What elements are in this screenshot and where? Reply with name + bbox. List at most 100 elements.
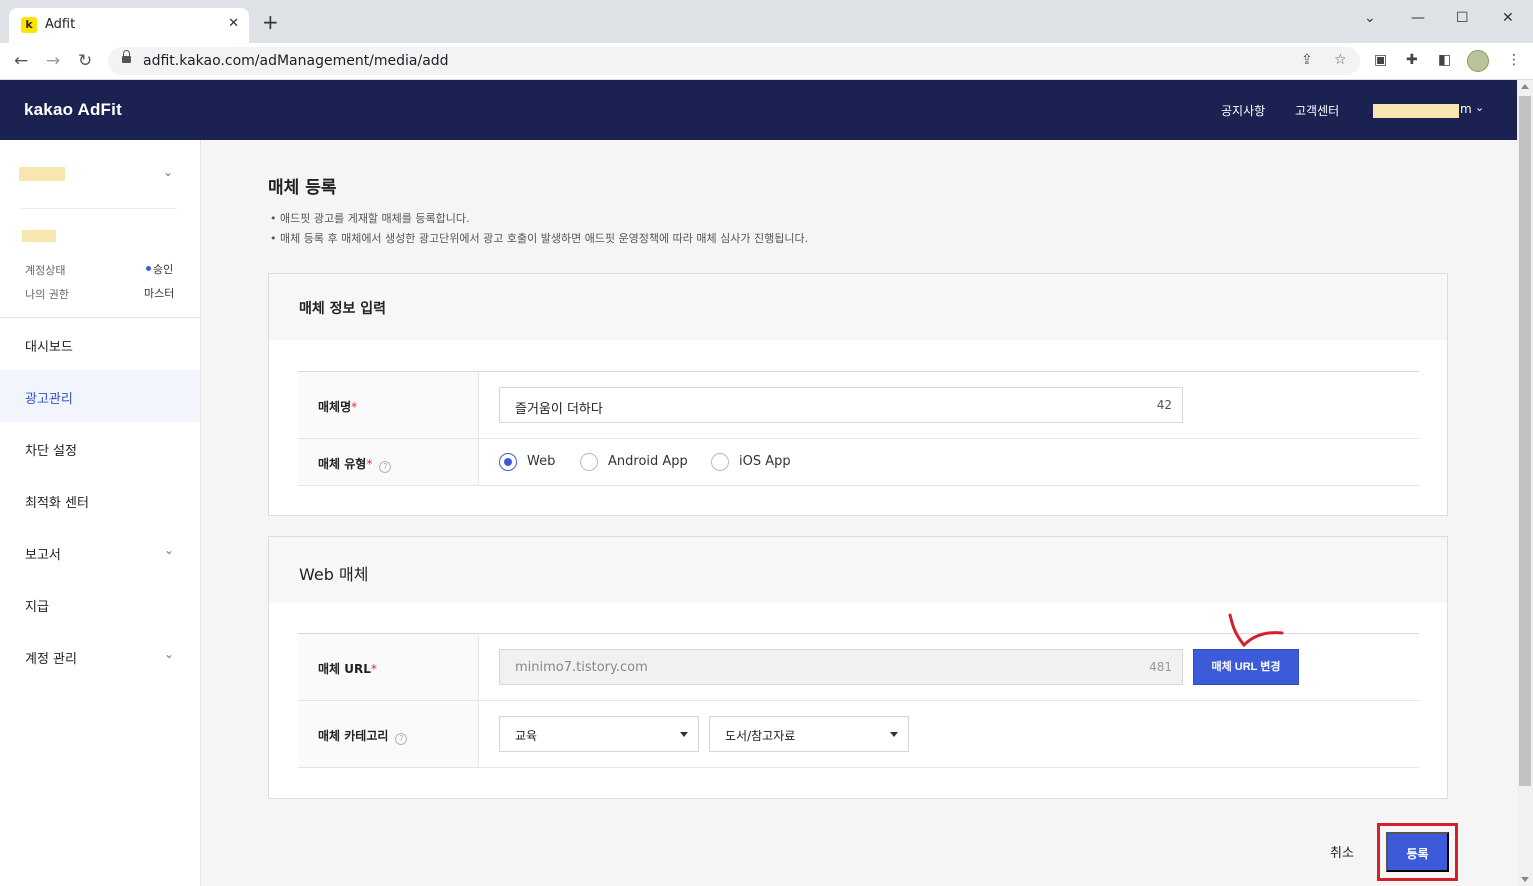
form-label-cell: 매체명* <box>298 372 479 438</box>
cancel-button[interactable]: 취소 <box>1330 842 1354 861</box>
tab-title: Adfit <box>45 17 76 32</box>
select-value: 도서/참고자료 <box>725 729 796 743</box>
scroll-down-arrow[interactable] <box>1521 877 1529 882</box>
section-title: Web 매체 <box>299 565 369 584</box>
sidebar-item-reports[interactable]: 보고서 ⌄ <box>0 526 200 578</box>
category-secondary-select[interactable]: 도서/참고자료 <box>709 716 909 752</box>
media-name-input[interactable]: 즐거움이 더하다 42 <box>499 387 1183 423</box>
main-content: 매체 등록 • 애드핏 광고를 게재할 매체를 등록합니다. • 매체 등록 후… <box>201 140 1517 886</box>
form-row-media-type: 매체 유형*? Web Android App iOS App <box>298 439 1419 486</box>
chevron-down-icon[interactable]: ⌄ <box>163 165 173 179</box>
lock-icon[interactable] <box>122 50 131 65</box>
media-url-value: minimo7.tistory.com <box>515 660 648 675</box>
media-name-value: 즐거움이 더하다 <box>515 402 603 417</box>
sidebar-item-block-settings[interactable]: 차단 설정 <box>0 422 200 474</box>
form-label-cell: 매체 유형*? <box>298 439 479 485</box>
highlight-box: 등록 <box>1377 823 1458 881</box>
sidebar-item-account-management[interactable]: 계정 관리 ⌄ <box>0 630 200 682</box>
radio-label: Web <box>527 454 556 469</box>
sidepanel-icon[interactable]: ◧ <box>1438 52 1451 68</box>
sidebar-item-dashboard[interactable]: 대시보드 <box>0 318 200 370</box>
sidebar-divider <box>19 208 177 209</box>
status-dot-icon <box>146 266 151 271</box>
media-type-label: 매체 유형*? <box>318 455 392 473</box>
kakao-favicon-icon: k <box>21 17 37 33</box>
tab-search-icon[interactable]: ⌄ <box>1364 10 1376 26</box>
page-title: 매체 등록 <box>268 178 337 198</box>
app-header: kakao AdFit 공지사항 고객센터 m ⌄ <box>0 80 1517 140</box>
sidebar-item-label: 최적화 센터 <box>25 496 89 511</box>
support-link[interactable]: 고객센터 <box>1295 102 1339 119</box>
change-url-button[interactable]: 매체 URL 변경 <box>1193 649 1299 685</box>
reload-icon[interactable]: ↻ <box>78 51 92 71</box>
scroll-up-arrow[interactable] <box>1521 84 1529 89</box>
radio-checked-icon <box>499 453 517 471</box>
category-primary-select[interactable]: 교육 <box>499 716 699 752</box>
new-tab-icon[interactable]: + <box>262 12 279 32</box>
media-url-input: minimo7.tistory.com 481 <box>499 649 1183 685</box>
profile-avatar[interactable] <box>1467 50 1489 72</box>
back-icon[interactable]: ← <box>14 51 28 71</box>
media-category-label: 매체 카테고리? <box>318 727 408 745</box>
app-logo[interactable]: kakao AdFit <box>24 100 122 120</box>
sidebar-item-optimization-center[interactable]: 최적화 센터 <box>0 474 200 526</box>
page-scrollbar[interactable] <box>1517 80 1533 886</box>
media-icon[interactable]: ▣ <box>1374 52 1387 68</box>
redacted-username <box>1373 104 1459 118</box>
status-value-text: 승인 <box>153 263 174 276</box>
page-description: • 매체 등록 후 매체에서 생성한 광고단위에서 광고 호출이 발생하면 애드… <box>270 232 809 245</box>
more-icon[interactable]: ⋮ <box>1507 52 1521 68</box>
required-mark: * <box>351 400 358 414</box>
tab-close-icon[interactable]: ✕ <box>228 16 239 31</box>
address-bar[interactable]: adfit.kakao.com/adManagement/media/add ⇪… <box>108 47 1360 75</box>
help-icon[interactable]: ? <box>379 461 392 473</box>
minimize-icon[interactable]: — <box>1411 10 1425 26</box>
notice-link[interactable]: 공지사항 <box>1221 102 1265 119</box>
media-url-label: 매체 URL* <box>318 662 377 676</box>
extensions-icon[interactable]: ✚ <box>1406 52 1418 68</box>
sidebar-item-label: 지급 <box>25 600 49 615</box>
caret-down-icon <box>680 732 688 737</box>
sidebar-item-ad-management[interactable]: 광고관리 <box>0 370 200 422</box>
chevron-down-icon: ⌄ <box>164 647 175 661</box>
account-role-label: 나의 권한 <box>25 288 69 301</box>
sidebar-item-label: 광고관리 <box>25 392 73 407</box>
card-header: Web 매체 <box>269 537 1447 603</box>
username-suffix: m <box>1460 102 1472 116</box>
select-value: 교육 <box>515 729 538 743</box>
maximize-icon[interactable]: ☐ <box>1456 10 1469 26</box>
radio-unchecked-icon <box>711 453 729 471</box>
account-selector-redacted[interactable] <box>19 167 65 181</box>
account-role-value: 마스터 <box>144 287 175 300</box>
caret-down-icon <box>890 732 898 737</box>
page-description: • 애드핏 광고를 게재할 매체를 등록합니다. <box>270 212 470 225</box>
sidebar-item-payment[interactable]: 지급 <box>0 578 200 630</box>
submit-button[interactable]: 등록 <box>1386 832 1449 872</box>
web-media-form: 매체 URL* minimo7.tistory.com 481 매체 URL 변… <box>298 633 1419 768</box>
sidebar: ⌄ 계정상태 승인 나의 권한 마스터 대시보드 광고관리 차단 설정 최적화 … <box>0 140 201 886</box>
url-text[interactable]: adfit.kakao.com/adManagement/media/add <box>143 53 449 69</box>
scrollbar-thumb[interactable] <box>1519 96 1531 786</box>
sidebar-item-label: 대시보드 <box>25 340 73 355</box>
browser-tabstrip: k Adfit ✕ + ⌄ — ☐ ✕ <box>0 0 1533 43</box>
help-icon[interactable]: ? <box>395 733 408 745</box>
sidebar-item-label: 보고서 <box>25 548 61 563</box>
forward-icon[interactable]: → <box>46 51 60 71</box>
radio-label: Android App <box>608 454 688 469</box>
media-name-char-count: 42 <box>1156 398 1172 412</box>
chevron-down-icon: ⌄ <box>164 543 175 557</box>
card-header: 매체 정보 입력 <box>269 274 1447 340</box>
close-icon[interactable]: ✕ <box>1502 10 1514 26</box>
account-status-label: 계정상태 <box>25 264 66 277</box>
account-status-value: 승인 <box>146 261 173 277</box>
browser-tab[interactable]: k Adfit ✕ <box>9 8 249 43</box>
star-icon[interactable]: ☆ <box>1334 52 1347 68</box>
media-url-char-count: 481 <box>1149 660 1172 674</box>
required-mark: * <box>366 457 373 471</box>
share-icon[interactable]: ⇪ <box>1301 52 1313 68</box>
radio-label: iOS App <box>739 454 791 469</box>
media-info-form: 매체명* 즐거움이 더하다 42 매체 유형*? Web Android App <box>298 371 1419 486</box>
form-label-cell: 매체 URL* <box>298 634 479 700</box>
form-row-media-name: 매체명* 즐거움이 더하다 42 <box>298 372 1419 439</box>
account-name-redacted <box>22 230 56 242</box>
